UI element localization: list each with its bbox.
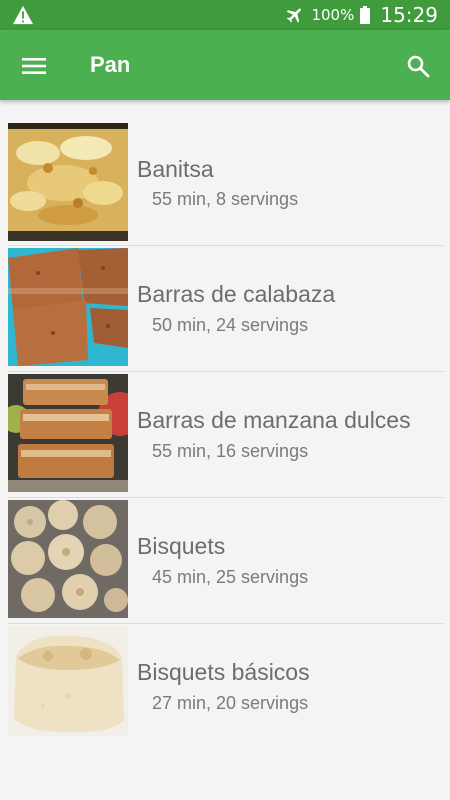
recipe-list: Banitsa 55 min, 8 servings Barras de cal…: [0, 100, 450, 749]
list-item[interactable]: Barras de calabaza 50 min, 24 servings: [8, 246, 444, 372]
app-bar: Pan: [0, 30, 450, 100]
status-indicators: 100% 15:29: [285, 0, 438, 30]
recipe-meta: 45 min, 25 servings: [152, 567, 309, 587]
list-item[interactable]: Bisquets 45 min, 25 servings: [8, 498, 444, 624]
list-item[interactable]: Barras de manzana dulces 55 min, 16 serv…: [8, 372, 444, 498]
recipe-thumbnail: [8, 248, 128, 366]
menu-button[interactable]: [16, 48, 52, 84]
clock: 15:29: [380, 3, 438, 27]
search-icon: [407, 55, 430, 78]
recipe-name: Barras de manzana dulces: [137, 407, 411, 433]
list-item[interactable]: Bisquets básicos 27 min, 20 servings: [8, 624, 444, 749]
recipe-name: Bisquets: [137, 533, 226, 559]
recipe-meta: 55 min, 16 servings: [152, 441, 309, 461]
recipe-thumbnail: [8, 123, 128, 241]
battery-percent: 100%: [311, 6, 355, 24]
status-bar: 100% 15:29: [0, 0, 450, 30]
airplane-mode-icon: [287, 8, 302, 23]
recipe-meta: 55 min, 8 servings: [152, 189, 299, 209]
list-item[interactable]: Banitsa 55 min, 8 servings: [8, 100, 444, 246]
menu-icon: [22, 58, 46, 74]
warning-icon: [13, 5, 33, 25]
recipe-name: Barras de calabaza: [137, 281, 336, 307]
recipe-meta: 50 min, 24 servings: [152, 315, 309, 335]
recipe-thumbnail: [8, 626, 128, 744]
recipe-thumbnail: [8, 374, 128, 492]
recipe-thumbnail: [8, 500, 128, 618]
battery-full-icon: [360, 6, 371, 24]
recipe-name: Bisquets básicos: [137, 659, 310, 685]
page-title: Pan: [90, 52, 131, 77]
recipe-meta: 27 min, 20 servings: [152, 693, 309, 713]
recipe-name: Banitsa: [137, 156, 214, 182]
search-button[interactable]: [400, 48, 436, 84]
